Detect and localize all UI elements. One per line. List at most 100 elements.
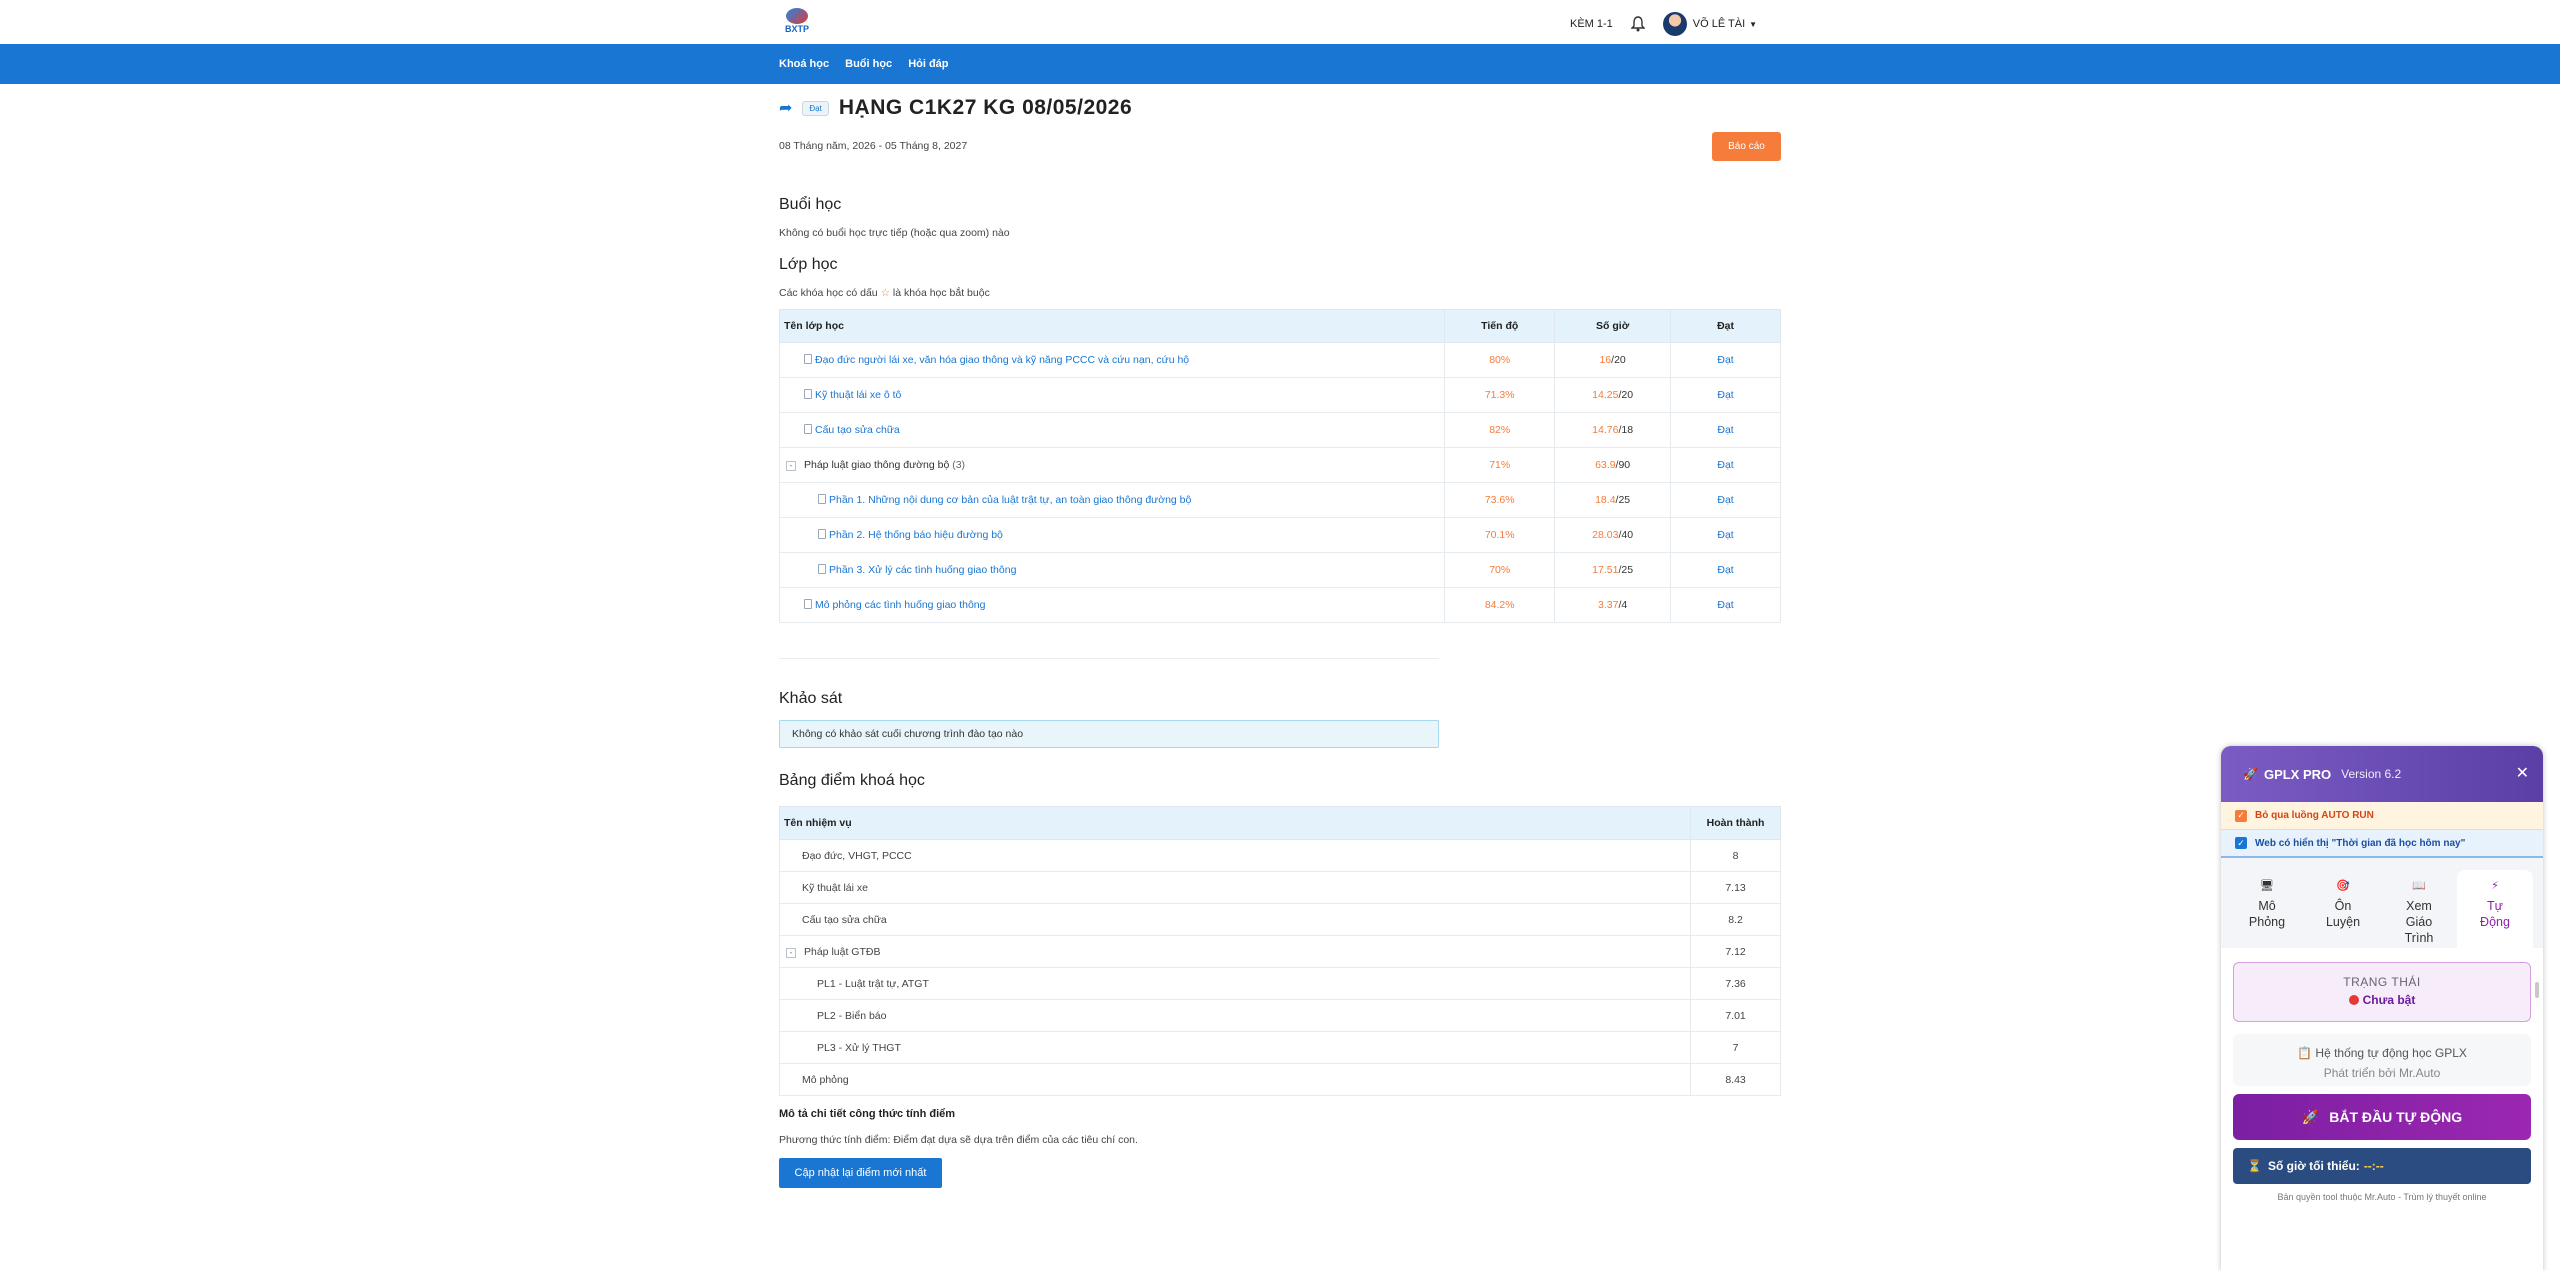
header-actions: KÈM 1-1 VÕ LÊ TÀI ▼ [1570, 12, 1757, 36]
table-row: Đạo đức, VHGT, PCCC 8 [778, 839, 1781, 872]
result-cell: Đạt [1670, 342, 1781, 378]
back-arrow-icon[interactable]: ➦ [779, 98, 792, 118]
table-row: - Pháp luật GTĐB 7.12 [778, 935, 1781, 968]
result-cell: Đạt [1670, 447, 1781, 483]
class-link[interactable]: Phần 2. Hệ thống báo hiệu đường bộ [778, 517, 1446, 553]
report-button[interactable]: Báo cáo [1712, 132, 1781, 161]
score-cell: 8 [1690, 839, 1781, 872]
score-cell: 8.2 [1690, 903, 1781, 936]
panel-scrollbar[interactable] [2535, 982, 2539, 998]
checkbox-checked-icon[interactable]: ✓ [2235, 809, 2247, 822]
task-group[interactable]: - Pháp luật GTĐB [778, 935, 1692, 968]
page-title: HẠNG C1K27 KG 08/05/2026 [838, 96, 1133, 119]
start-auto-button[interactable]: 🚀 BẮT ĐẦU TỰ ĐỘNG [2233, 1094, 2531, 1140]
tab-mo-phong[interactable]: 🖥 Mô Phỏng [2229, 870, 2305, 948]
progress-cell: 71.3% [1444, 377, 1556, 413]
status-value: Chưa bật [2234, 993, 2530, 1007]
tab-xem-giao-trinh[interactable]: 📖 Xem Giáo Trình [2381, 870, 2457, 948]
site-logo[interactable]: BXTP [779, 8, 815, 38]
min-hours-bar: ⏳ Số giờ tối thiểu: --:-- [2233, 1148, 2531, 1184]
progress-cell: 82% [1444, 412, 1556, 448]
nav-hoi-dap[interactable]: Hỏi đáp [908, 58, 948, 70]
col-hours: Số giờ [1554, 309, 1672, 343]
class-link[interactable]: Cấu tạo sửa chữa [778, 412, 1446, 448]
tab-tu-dong[interactable]: ⚡ Tự Động [2457, 870, 2533, 948]
hours-cell: 14.25/20 [1554, 377, 1672, 413]
result-cell: Đạt [1670, 552, 1781, 588]
logo-mark [786, 8, 808, 24]
class-link[interactable]: Kỹ thuật lái xe ô tô [778, 377, 1446, 413]
system-title: Hệ thống tự động học GPLX [2315, 1046, 2467, 1060]
class-group[interactable]: - Pháp luật giao thông đường bộ (3) [778, 447, 1446, 483]
close-icon[interactable]: ✕ [2516, 763, 2529, 783]
table-row: Cấu tạo sửa chữa 82% 14.76/18 Đạt [778, 412, 1781, 448]
table-row: PL3 - Xử lý THGT 7 [778, 1031, 1781, 1064]
collapse-toggle-icon[interactable]: - [786, 461, 796, 471]
bell-icon[interactable] [1630, 16, 1646, 32]
result-cell: Đạt [1670, 412, 1781, 448]
grades-heading: Bảng điểm khoá học [779, 772, 925, 789]
rocket-icon: 🚀 [2243, 767, 2258, 781]
title-row: ➦ Đạt HẠNG C1K27 KG 08/05/2026 [779, 96, 1132, 120]
survey-heading: Khảo sát [779, 690, 843, 707]
status-badge: Đạt [802, 100, 829, 116]
nav-khoa-hoc[interactable]: Khoá học [779, 58, 829, 70]
hours-cell: 17.51/25 [1554, 552, 1672, 588]
classes-heading: Lớp học [779, 256, 838, 273]
class-link[interactable]: Phần 1. Những nội dung cơ bản của luật t… [778, 482, 1446, 518]
score-cell: 7.12 [1690, 935, 1781, 968]
table-row: Mô phỏng 8.43 [778, 1063, 1781, 1096]
classes-table: Tên lớp học Tiến độ Số giờ Đạt Đạo đức n… [778, 309, 1781, 623]
target-icon: 🎯 [2336, 880, 2350, 892]
task-name: PL2 - Biển báo [778, 999, 1692, 1032]
panel-brand: GPLX PRO [2263, 766, 2332, 782]
update-scores-button[interactable]: Cập nhật lại điểm mới nhất [779, 1158, 942, 1188]
table-row: Phần 3. Xử lý các tình huống giao thông … [778, 552, 1781, 588]
user-menu[interactable]: VÕ LÊ TÀI ▼ [1662, 12, 1757, 36]
document-icon [804, 389, 812, 399]
main-nav: Khoá học Buổi học Hỏi đáp [0, 44, 2560, 84]
table-row: Phần 1. Những nội dung cơ bản của luật t… [778, 482, 1781, 518]
avatar [1662, 12, 1687, 36]
status-box: TRẠNG THÁI Chưa bật [2233, 962, 2531, 1022]
score-cell: 8.43 [1690, 1063, 1781, 1096]
task-name: Cấu tạo sửa chữa [778, 903, 1692, 936]
score-cell: 7 [1690, 1031, 1781, 1064]
document-icon [804, 599, 812, 609]
progress-cell: 84.2% [1444, 587, 1556, 623]
panel-version: Version 6.2 [2341, 767, 2402, 781]
collapse-toggle-icon[interactable]: - [786, 947, 796, 958]
table-row: Kỹ thuật lái xe 7.13 [778, 871, 1781, 904]
sessions-note: Không có buổi học trực tiếp (hoặc qua zo… [779, 227, 1010, 239]
date-range: 08 Tháng năm, 2026 - 05 Tháng 8, 2027 [779, 140, 968, 152]
start-label: BẮT ĐẦU TỰ ĐỘNG [2329, 1109, 2463, 1125]
formula-text: Phương thức tính điểm: Điểm đạt dựa sẽ d… [779, 1134, 1138, 1146]
score-cell: 7.13 [1690, 871, 1781, 904]
formula-title: Mô tả chi tiết công thức tính điểm [779, 1108, 956, 1120]
status-label: TRẠNG THÁI [2343, 975, 2421, 989]
table-row: PL1 - Luật trật tự, ATGT 7.36 [778, 967, 1781, 1000]
option-skip-autorun[interactable]: ✓ Bỏ qua luồng AUTO RUN [2221, 802, 2543, 830]
document-icon [818, 529, 826, 539]
document-icon [804, 424, 812, 434]
grades-table: Tên nhiệm vụ Hoàn thành Đạo đức, VHGT, P… [778, 806, 1781, 1096]
col-completion: Hoàn thành [1690, 806, 1781, 840]
kem-link[interactable]: KÈM 1-1 [1570, 18, 1613, 30]
option-show-study-time[interactable]: ✓ Web có hiển thị "Thời gian đã học hôm … [2221, 830, 2543, 858]
nav-buoi-hoc[interactable]: Buổi học [845, 58, 892, 70]
class-link[interactable]: Phần 3. Xử lý các tình huống giao thông [778, 552, 1446, 588]
task-name: Mô phỏng [778, 1063, 1692, 1096]
class-link[interactable]: Mô phỏng các tình huống giao thông [778, 587, 1446, 623]
result-cell: Đạt [1670, 517, 1781, 553]
min-hours-value: --:-- [2363, 1159, 2384, 1173]
class-link[interactable]: Đạo đức người lái xe, văn hóa giao thông… [778, 342, 1446, 378]
checkbox-checked-icon[interactable]: ✓ [2235, 837, 2247, 849]
tab-on-luyen[interactable]: 🎯 Ôn Luyện [2305, 870, 2381, 948]
clipboard-icon: 📋 [2297, 1046, 2316, 1060]
col-result: Đạt [1670, 309, 1781, 343]
panel-footer: Bản quyền tool thuộc Mr.Auto - Trùm lý t… [2277, 1192, 2487, 1202]
col-task-name: Tên nhiệm vụ [778, 806, 1692, 840]
result-cell: Đạt [1670, 587, 1781, 623]
col-class-name: Tên lớp học [778, 309, 1446, 343]
status-dot-icon [2348, 995, 2359, 1005]
